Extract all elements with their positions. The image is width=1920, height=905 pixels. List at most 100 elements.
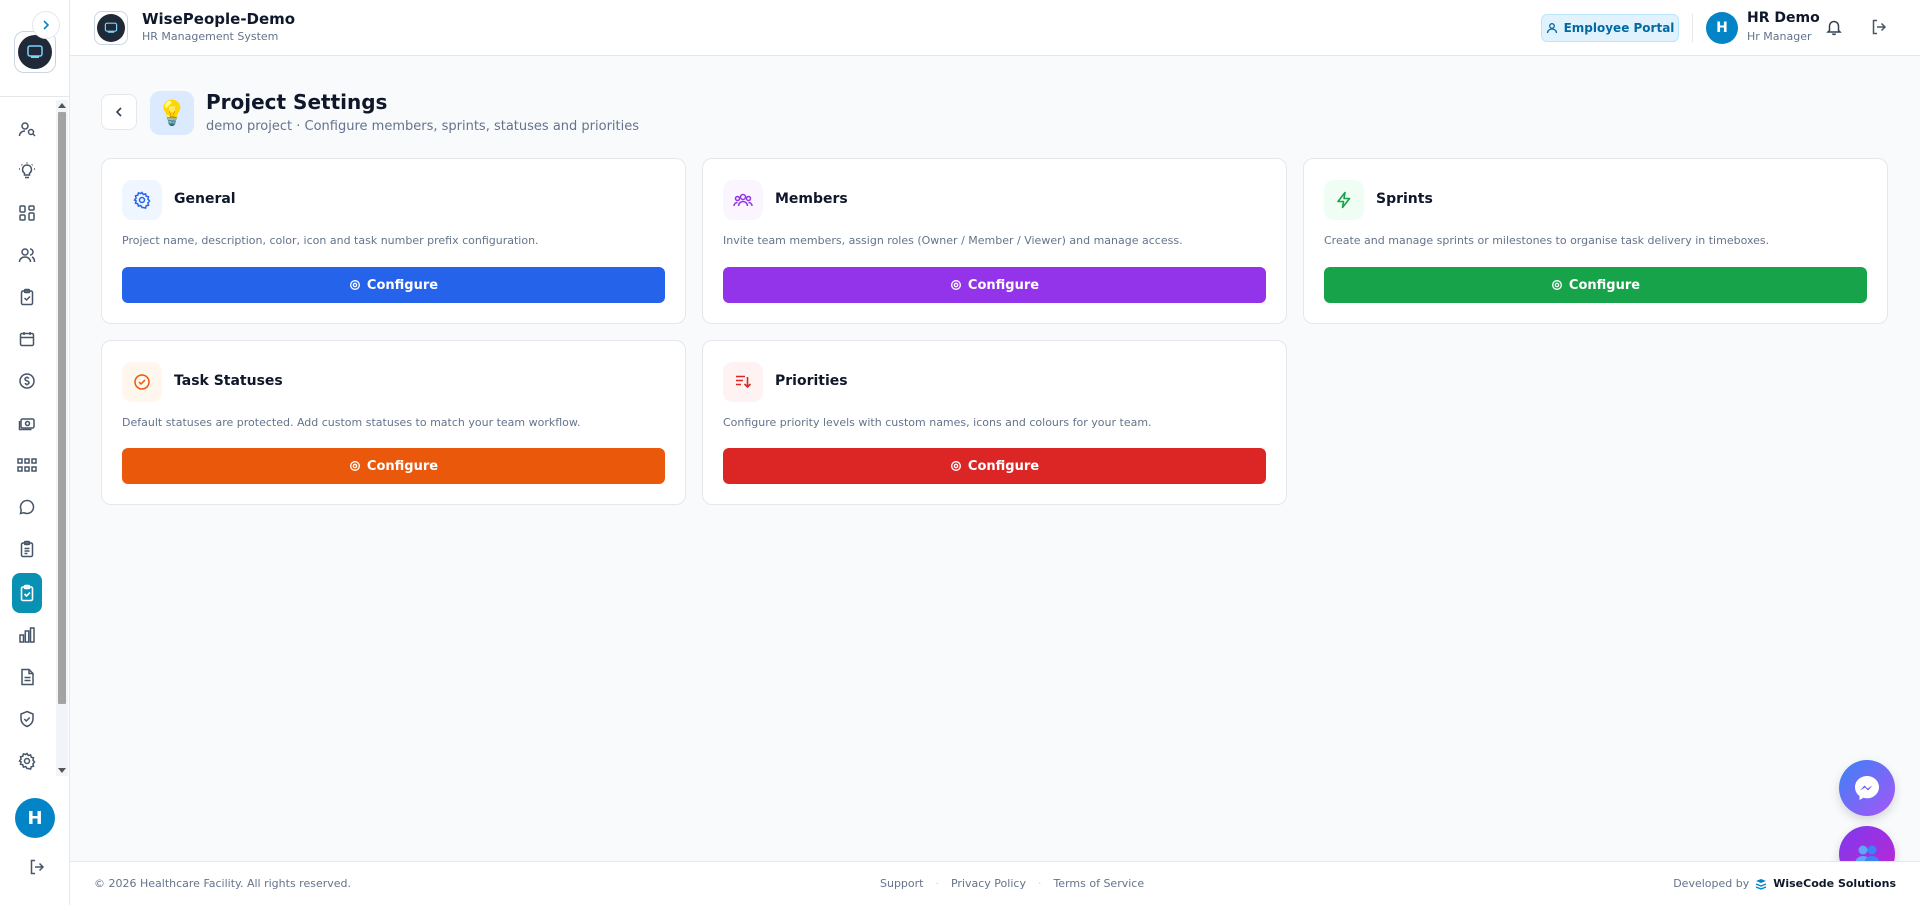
gear-icon (950, 461, 961, 471)
sidebar-item-calendar[interactable] (12, 321, 42, 357)
gear-icon (349, 461, 360, 471)
scrollbar-thumb[interactable] (58, 112, 66, 704)
back-button[interactable] (101, 94, 137, 130)
members-card-icon-wrap (723, 180, 763, 220)
footer-copyright: © 2026 Healthcare Facility. All rights r… (94, 877, 351, 890)
scroll-down-arrow-icon[interactable] (58, 768, 66, 773)
dollar-icon (19, 373, 35, 389)
sidebar-item-attendance[interactable] (12, 279, 42, 315)
card-description: Project name, description, color, icon a… (122, 234, 539, 247)
chevron-right-icon (43, 20, 50, 30)
check-circle-icon (134, 374, 150, 390)
calendar-icon (19, 332, 35, 347)
sprints-configure-button[interactable]: Configure (1324, 267, 1867, 303)
document-icon (21, 668, 34, 686)
footer-separator: · (1037, 877, 1042, 890)
bell-icon (1826, 20, 1842, 36)
sidebar-item-ideas[interactable] (12, 153, 42, 189)
user-name: HR Demo (1747, 10, 1820, 26)
configure-label: Configure (967, 277, 1040, 293)
gear-icon (349, 280, 360, 290)
general-card-icon-wrap (122, 180, 162, 220)
sidebar-item-payroll[interactable] (12, 363, 42, 399)
sidebar-item-team[interactable] (12, 237, 42, 273)
sidebar-item-expenses[interactable] (12, 405, 42, 441)
footer-links: Support · Privacy Policy · Terms of Serv… (880, 877, 1144, 890)
priorities-configure-button[interactable]: Configure (723, 448, 1266, 484)
top-header: WisePeople-Demo HR Management System Emp… (70, 0, 1920, 56)
app-subtitle: HR Management System (142, 30, 279, 43)
general-configure-button[interactable]: Configure (122, 267, 665, 303)
footer-link-support[interactable]: Support (880, 877, 923, 890)
sidebar-item-org-chart[interactable] (12, 447, 42, 483)
project-lightbulb-icon: 💡 (150, 91, 194, 135)
scroll-up-arrow-icon[interactable] (58, 103, 66, 108)
sidebar-item-reports[interactable] (12, 531, 42, 567)
task-statuses-configure-button[interactable]: Configure (122, 448, 665, 484)
lightbulb-icon (19, 162, 35, 179)
tasks-icon (20, 584, 34, 602)
sidebar-item-projects[interactable] (12, 573, 42, 613)
sidebar-item-security[interactable] (12, 701, 42, 737)
messenger-icon (1855, 776, 1879, 800)
sidebar-divider (0, 96, 70, 97)
settings-card-members: Members Invite team members, assign role… (702, 158, 1287, 324)
money-icon (18, 418, 35, 431)
configure-label: Configure (366, 277, 439, 293)
page-title: Project Settings (206, 90, 388, 114)
footer-link-terms[interactable]: Terms of Service (1053, 877, 1144, 890)
card-description: Create and manage sprints or milestones … (1324, 234, 1770, 247)
sidebar-item-dashboard[interactable] (12, 195, 42, 231)
developer-name[interactable]: WiseCode Solutions (1773, 877, 1896, 890)
sidebar-logout-button[interactable] (28, 858, 46, 880)
clipboard-check-icon (20, 288, 34, 306)
app-logo-icon (18, 35, 52, 69)
card-description: Invite team members, assign roles (Owner… (723, 234, 1183, 247)
sort-priority-icon (736, 375, 752, 389)
settings-card-general: General Project name, description, color… (101, 158, 686, 324)
sidebar-item-chat[interactable] (12, 489, 42, 525)
gear-icon (133, 191, 151, 209)
notifications-button[interactable] (1825, 18, 1843, 40)
sidebar-item-settings[interactable] (12, 743, 42, 779)
footer-separator: · (935, 877, 939, 890)
messenger-chat-button[interactable] (1839, 760, 1895, 816)
card-title: General (174, 191, 236, 207)
user-role: Hr Manager (1747, 30, 1812, 43)
settings-card-sprints: Sprints Create and manage sprints or mil… (1303, 158, 1888, 324)
team-icon (18, 248, 36, 263)
gear-icon (1551, 280, 1562, 290)
sidebar-expand-button[interactable] (32, 11, 60, 39)
team-icon (733, 193, 753, 207)
settings-card-task-statuses: Task Statuses Default statuses are prote… (101, 340, 686, 505)
members-configure-button[interactable]: Configure (723, 267, 1266, 303)
chat-icon (19, 499, 35, 515)
app-name: WisePeople-Demo (142, 10, 296, 28)
card-description: Configure priority levels with custom na… (723, 416, 1152, 429)
developed-by-label: Developed by (1673, 877, 1750, 890)
header-logo[interactable] (94, 11, 128, 45)
user-avatar[interactable]: H (1706, 12, 1738, 44)
org-chart-icon (17, 458, 37, 472)
shield-icon (20, 710, 34, 728)
footer-developer: Developed by WiseCode Solutions (1673, 877, 1896, 890)
sidebar-item-documents[interactable] (12, 659, 42, 695)
sidebar-scrollbar[interactable] (56, 100, 68, 776)
sidebar-item-users-search[interactable] (12, 111, 42, 147)
configure-label: Configure (967, 458, 1040, 474)
employee-portal-button[interactable]: Employee Portal (1541, 14, 1679, 42)
sidebar-user-avatar[interactable]: H (15, 798, 55, 838)
employee-portal-label: Employee Portal (1563, 21, 1675, 35)
priorities-card-icon-wrap (723, 362, 763, 402)
footer-link-privacy[interactable]: Privacy Policy (951, 877, 1026, 890)
settings-card-priorities: Priorities Configure priority levels wit… (702, 340, 1287, 505)
card-description: Default statuses are protected. Add cust… (122, 416, 581, 429)
logout-icon (30, 859, 45, 875)
sidebar-item-analytics[interactable] (12, 617, 42, 653)
clipboard-icon (20, 540, 34, 558)
footer: © 2026 Healthcare Facility. All rights r… (70, 861, 1920, 905)
header-divider (1692, 14, 1693, 42)
user-icon (1546, 23, 1557, 34)
card-title: Members (775, 191, 848, 207)
header-logout-button[interactable] (1870, 18, 1888, 40)
